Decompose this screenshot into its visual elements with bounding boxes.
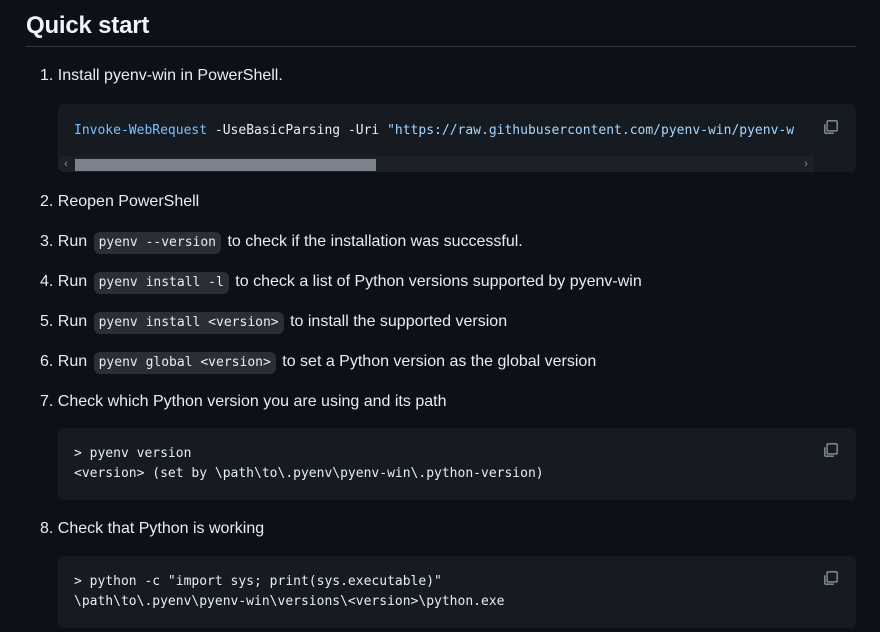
horizontal-scrollbar[interactable]: ‹ › xyxy=(58,156,814,172)
step-number: 3. xyxy=(40,233,54,250)
step-number: 1. xyxy=(40,67,54,84)
step-7: 7. Check which Python version you are us… xyxy=(40,390,446,414)
step-number: 6. xyxy=(40,353,54,370)
inline-code: pyenv install -l xyxy=(93,272,229,294)
step-text: to check if the installation was success… xyxy=(227,233,523,250)
section-heading: Quick start xyxy=(26,12,150,39)
chevron-left-icon[interactable]: ‹ xyxy=(58,156,74,172)
code-block-install[interactable]: Invoke-WebRequest -UseBasicParsing -Uri … xyxy=(58,104,856,172)
code-url-string: "https://raw.githubusercontent.com/pyenv… xyxy=(387,123,795,138)
code-line: Invoke-WebRequest -UseBasicParsing -Uri … xyxy=(74,121,794,141)
step-number: 8. xyxy=(40,520,54,537)
step-8: 8. Check that Python is working xyxy=(40,517,264,541)
copy-icon[interactable] xyxy=(822,118,840,136)
code-lines: > pyenv version <version> (set by \path\… xyxy=(74,444,544,484)
code-line: > pyenv version xyxy=(74,446,192,461)
copy-icon[interactable] xyxy=(822,441,840,459)
step-text: Run xyxy=(57,313,88,330)
code-line: \path\to\.pyenv\pyenv-win\versions\<vers… xyxy=(74,594,505,609)
step-number: 2. xyxy=(40,193,54,210)
heading-divider xyxy=(26,46,856,47)
chevron-right-icon[interactable]: › xyxy=(798,156,814,172)
step-number: 5. xyxy=(40,313,54,330)
copy-icon[interactable] xyxy=(822,569,840,587)
step-text: Install pyenv-win in PowerShell. xyxy=(57,67,283,84)
step-1: 1. Install pyenv-win in PowerShell. xyxy=(40,64,283,88)
inline-code: pyenv install <version> xyxy=(93,312,284,334)
code-command: Invoke-WebRequest xyxy=(74,123,208,138)
code-block-version[interactable]: > pyenv version <version> (set by \path\… xyxy=(58,428,856,500)
step-text: Reopen PowerShell xyxy=(57,193,200,210)
step-text: Run xyxy=(57,273,88,290)
step-6: 6. Run pyenv global <version> to set a P… xyxy=(40,350,596,374)
step-text: to install the supported version xyxy=(290,313,508,330)
step-text: Check which Python version you are using… xyxy=(57,393,447,410)
inline-code: pyenv global <version> xyxy=(93,352,276,374)
step-text: to set a Python version as the global ve… xyxy=(282,353,597,370)
code-lines: > python -c "import sys; print(sys.execu… xyxy=(74,572,504,612)
scrollbar-thumb[interactable] xyxy=(75,159,376,171)
step-number: 4. xyxy=(40,273,54,290)
step-number: 7. xyxy=(40,393,54,410)
code-block-python[interactable]: > python -c "import sys; print(sys.execu… xyxy=(58,556,856,628)
step-text: Run xyxy=(57,233,88,250)
code-line: <version> (set by \path\to\.pyenv\pyenv-… xyxy=(74,466,544,481)
step-4: 4. Run pyenv install -l to check a list … xyxy=(40,270,642,294)
step-3: 3. Run pyenv --version to check if the i… xyxy=(40,230,523,254)
code-line: > python -c "import sys; print(sys.execu… xyxy=(74,574,442,589)
step-2: 2. Reopen PowerShell xyxy=(40,190,199,214)
step-text: Check that Python is working xyxy=(57,520,265,537)
inline-code: pyenv --version xyxy=(93,232,222,254)
step-text: to check a list of Python versions suppo… xyxy=(235,273,642,290)
step-text: Run xyxy=(57,353,88,370)
code-args: -UseBasicParsing -Uri xyxy=(207,123,388,138)
step-5: 5. Run pyenv install <version> to instal… xyxy=(40,310,507,334)
